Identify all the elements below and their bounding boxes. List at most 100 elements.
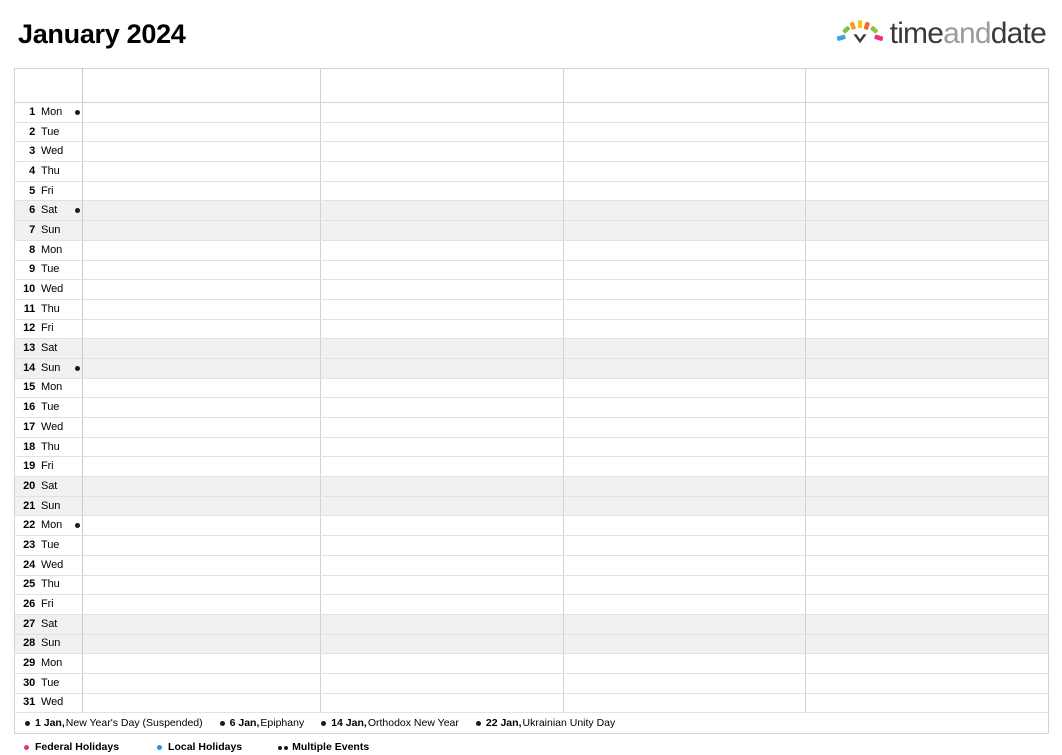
day-note-cell[interactable] <box>320 279 564 300</box>
day-note-cell[interactable] <box>320 476 564 497</box>
day-note-cell[interactable] <box>805 693 1049 714</box>
day-note-cell[interactable] <box>320 141 564 163</box>
day-note-cell[interactable] <box>82 653 321 674</box>
day-note-cell[interactable] <box>805 338 1049 359</box>
day-note-cell[interactable] <box>563 240 806 261</box>
day-note-cell[interactable] <box>82 575 321 596</box>
day-note-cell[interactable] <box>82 141 321 163</box>
day-note-cell[interactable] <box>805 122 1049 143</box>
day-note-cell[interactable] <box>320 319 564 340</box>
header-note-cell-1[interactable] <box>82 68 321 103</box>
day-note-cell[interactable] <box>320 161 564 182</box>
day-note-cell[interactable] <box>805 653 1049 674</box>
day-note-cell[interactable] <box>82 417 321 438</box>
day-note-cell[interactable] <box>82 299 321 320</box>
day-note-cell[interactable] <box>320 614 564 635</box>
day-note-cell[interactable] <box>320 417 564 438</box>
day-note-cell[interactable] <box>805 260 1049 281</box>
day-note-cell[interactable] <box>82 673 321 694</box>
day-note-cell[interactable] <box>563 279 806 300</box>
day-note-cell[interactable] <box>82 181 321 202</box>
day-note-cell[interactable] <box>82 102 321 123</box>
day-note-cell[interactable] <box>563 515 806 537</box>
day-note-cell[interactable] <box>563 200 806 222</box>
day-note-cell[interactable] <box>805 240 1049 261</box>
day-note-cell[interactable] <box>82 200 321 222</box>
day-note-cell[interactable] <box>320 673 564 694</box>
day-note-cell[interactable] <box>805 358 1049 379</box>
day-note-cell[interactable] <box>320 122 564 143</box>
day-note-cell[interactable] <box>805 614 1049 635</box>
day-note-cell[interactable] <box>805 102 1049 123</box>
day-note-cell[interactable] <box>563 141 806 163</box>
day-note-cell[interactable] <box>805 555 1049 576</box>
day-note-cell[interactable] <box>320 397 564 418</box>
day-note-cell[interactable] <box>563 161 806 182</box>
day-note-cell[interactable] <box>805 535 1049 556</box>
day-note-cell[interactable] <box>320 378 564 399</box>
day-note-cell[interactable] <box>82 693 321 714</box>
day-note-cell[interactable] <box>82 535 321 556</box>
day-note-cell[interactable] <box>563 260 806 281</box>
day-note-cell[interactable] <box>805 161 1049 182</box>
day-note-cell[interactable] <box>805 437 1049 458</box>
day-note-cell[interactable] <box>82 456 321 478</box>
day-note-cell[interactable] <box>82 555 321 576</box>
day-note-cell[interactable] <box>805 397 1049 418</box>
day-note-cell[interactable] <box>82 260 321 281</box>
day-note-cell[interactable] <box>563 535 806 556</box>
day-note-cell[interactable] <box>320 437 564 458</box>
day-note-cell[interactable] <box>563 653 806 674</box>
timeanddate-logo[interactable]: timeanddate <box>836 19 1048 49</box>
day-note-cell[interactable] <box>805 200 1049 222</box>
day-note-cell[interactable] <box>82 397 321 418</box>
day-note-cell[interactable] <box>82 437 321 458</box>
day-note-cell[interactable] <box>805 673 1049 694</box>
day-note-cell[interactable] <box>320 653 564 674</box>
day-note-cell[interactable] <box>805 299 1049 320</box>
day-note-cell[interactable] <box>82 358 321 379</box>
day-note-cell[interactable] <box>82 496 321 517</box>
day-note-cell[interactable] <box>805 575 1049 596</box>
day-note-cell[interactable] <box>320 240 564 261</box>
day-note-cell[interactable] <box>563 181 806 202</box>
day-note-cell[interactable] <box>563 673 806 694</box>
day-note-cell[interactable] <box>563 693 806 714</box>
day-note-cell[interactable] <box>320 555 564 576</box>
day-note-cell[interactable] <box>563 456 806 478</box>
day-note-cell[interactable] <box>82 338 321 359</box>
day-note-cell[interactable] <box>563 122 806 143</box>
header-note-cell-4[interactable] <box>805 68 1049 103</box>
day-note-cell[interactable] <box>563 437 806 458</box>
day-note-cell[interactable] <box>320 102 564 123</box>
day-note-cell[interactable] <box>320 535 564 556</box>
day-note-cell[interactable] <box>320 338 564 359</box>
day-note-cell[interactable] <box>563 220 806 241</box>
day-note-cell[interactable] <box>805 279 1049 300</box>
header-note-cell-2[interactable] <box>320 68 564 103</box>
day-note-cell[interactable] <box>82 240 321 261</box>
day-note-cell[interactable] <box>82 279 321 300</box>
day-note-cell[interactable] <box>563 417 806 438</box>
day-note-cell[interactable] <box>805 634 1049 655</box>
day-note-cell[interactable] <box>563 634 806 655</box>
day-note-cell[interactable] <box>320 456 564 478</box>
day-note-cell[interactable] <box>82 515 321 537</box>
day-note-cell[interactable] <box>805 378 1049 399</box>
day-note-cell[interactable] <box>805 319 1049 340</box>
day-note-cell[interactable] <box>320 260 564 281</box>
day-note-cell[interactable] <box>320 299 564 320</box>
header-note-cell-3[interactable] <box>563 68 806 103</box>
day-note-cell[interactable] <box>320 693 564 714</box>
day-note-cell[interactable] <box>82 476 321 497</box>
day-note-cell[interactable] <box>563 299 806 320</box>
day-note-cell[interactable] <box>563 575 806 596</box>
day-note-cell[interactable] <box>82 220 321 241</box>
day-note-cell[interactable] <box>563 397 806 418</box>
day-note-cell[interactable] <box>805 141 1049 163</box>
day-note-cell[interactable] <box>805 220 1049 241</box>
day-note-cell[interactable] <box>805 496 1049 517</box>
day-note-cell[interactable] <box>82 122 321 143</box>
day-note-cell[interactable] <box>82 634 321 655</box>
day-note-cell[interactable] <box>563 614 806 635</box>
